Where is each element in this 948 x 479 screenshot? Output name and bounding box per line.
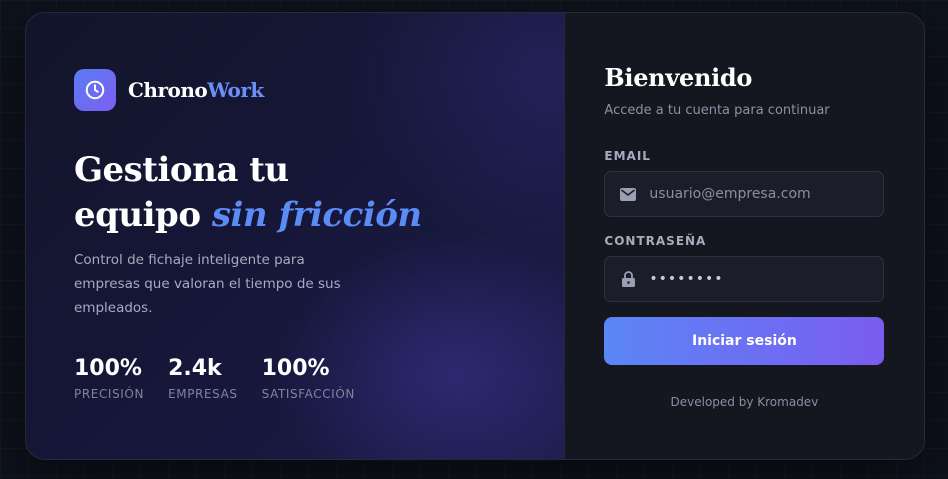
stat-value: 100% — [74, 356, 142, 381]
stat-precision: 100% PRECISIÓN — [74, 355, 144, 401]
stat-satisfaction: 100% SATISFACCIÓN — [262, 355, 355, 401]
brand-name-accent: Work — [207, 78, 264, 102]
login-subtitle: Accede a tu cuenta para continuar — [604, 103, 830, 118]
hero-panel: ChronoWork Gestiona tu equipo sin fricci… — [26, 13, 565, 459]
login-card: ChronoWork Gestiona tu equipo sin fricci… — [25, 12, 925, 460]
stat-label: EMPRESAS — [168, 387, 238, 401]
brand-logo: ChronoWork — [74, 69, 264, 111]
login-button[interactable]: Iniciar sesión — [604, 317, 885, 365]
headline-line-1: Gestiona tu — [74, 150, 289, 190]
brand-name: ChronoWork — [128, 78, 264, 102]
stat-label: SATISFACCIÓN — [261, 387, 355, 401]
password-label: CONTRASEÑA — [604, 234, 707, 248]
hero-description: Control de fichaje inteligente para empr… — [74, 252, 341, 316]
stat-label: PRECISIÓN — [74, 387, 145, 401]
stat-companies: 2.4k EMPRESAS — [168, 355, 238, 401]
login-panel: Bienvenido Accede a tu cuenta para conti… — [564, 13, 924, 459]
mail-icon — [619, 185, 637, 203]
footer-credit: Developed by Kromadev — [670, 395, 819, 409]
login-title: Bienvenido — [604, 63, 753, 92]
headline-plain: equipo — [74, 195, 212, 235]
email-label: EMAIL — [604, 149, 651, 163]
email-input[interactable] — [647, 185, 872, 203]
email-field[interactable] — [604, 171, 885, 217]
password-field[interactable] — [604, 256, 885, 302]
stat-value: 100% — [261, 356, 330, 381]
stats-row: 100% PRECISIÓN 2.4k EMPRESAS 100% SATISF… — [74, 355, 379, 401]
headline-accent: sin fricción — [211, 195, 422, 235]
password-input[interactable] — [647, 270, 872, 288]
clock-icon — [74, 69, 116, 111]
stat-value: 2.4k — [168, 356, 222, 381]
brand-name-primary: Chrono — [128, 78, 208, 102]
lock-icon — [619, 270, 637, 288]
headline-line-2: equipo sin fricción — [74, 193, 422, 238]
hero-headline: Gestiona tu equipo sin fricción — [74, 148, 422, 238]
